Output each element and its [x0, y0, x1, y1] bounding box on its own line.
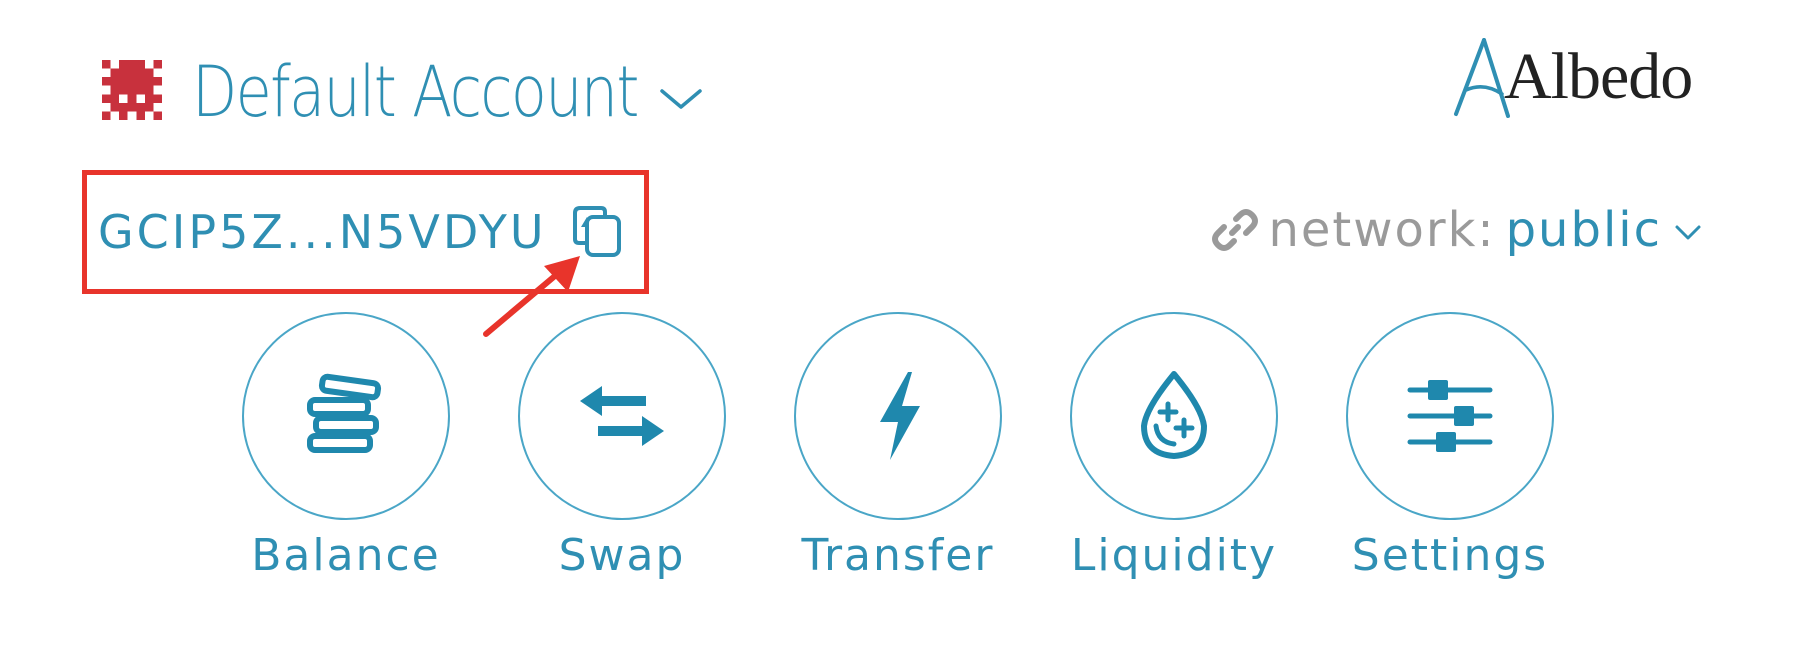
- liquidity-drop-icon: [1141, 371, 1207, 459]
- albedo-logo-mark: [1454, 38, 1510, 118]
- balance-circle: [242, 312, 450, 520]
- coins-stack-icon: [307, 373, 382, 453]
- network-label: network:: [1268, 202, 1496, 258]
- swap-button[interactable]: Swap: [502, 312, 742, 592]
- identicon-avatar: [102, 60, 162, 120]
- account-name: Default Account: [192, 51, 639, 133]
- copy-icon[interactable]: [569, 203, 627, 261]
- lightning-bolt-icon: [880, 372, 920, 460]
- link-icon: [1212, 209, 1259, 251]
- chevron-down-icon: [1675, 225, 1701, 240]
- swap-arrows-icon: [580, 386, 664, 446]
- transfer-label: Transfer: [801, 530, 995, 581]
- transfer-circle: [794, 312, 1002, 520]
- balance-label: Balance: [251, 530, 441, 581]
- settings-label: Settings: [1351, 530, 1549, 581]
- account-address-row: GCIP5Z...N5VDYU: [98, 200, 627, 264]
- settings-button[interactable]: Settings: [1330, 312, 1570, 592]
- liquidity-label: Liquidity: [1070, 530, 1278, 581]
- swap-label: Swap: [558, 530, 686, 581]
- chevron-down-icon: [659, 89, 702, 109]
- brand-logo: Albedo: [1448, 38, 1708, 124]
- settings-sliders-icon: [1407, 380, 1493, 452]
- network-selector[interactable]: network: public: [1212, 198, 1702, 262]
- brand-name: Albedo: [1504, 40, 1693, 113]
- account-selector[interactable]: Default Account: [192, 44, 703, 140]
- action-buttons: Balance Swap Transfer Liquidity Settings: [0, 312, 1810, 592]
- account-address: GCIP5Z...N5VDYU: [98, 205, 547, 259]
- liquidity-button[interactable]: Liquidity: [1054, 312, 1294, 592]
- balance-button[interactable]: Balance: [226, 312, 466, 592]
- transfer-button[interactable]: Transfer: [778, 312, 1018, 592]
- liquidity-circle: [1070, 312, 1278, 520]
- network-value: public: [1505, 202, 1662, 258]
- settings-circle: [1346, 312, 1554, 520]
- swap-circle: [518, 312, 726, 520]
